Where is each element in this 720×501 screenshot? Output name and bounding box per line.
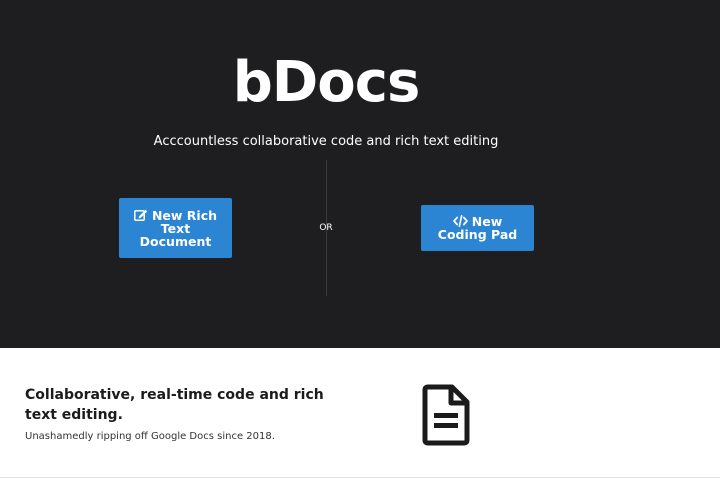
code-button-line2: Coding Pad xyxy=(437,227,518,242)
features-subtext: Unashamedly ripping off Google Docs sinc… xyxy=(25,431,275,442)
new-rich-text-document-button[interactable]: New Rich Text Document xyxy=(119,198,232,258)
rich-button-line3: Document xyxy=(139,233,212,249)
app-title: bDocs xyxy=(232,50,421,115)
or-label: OR xyxy=(319,223,333,233)
new-coding-pad-button[interactable]: New Coding Pad xyxy=(421,205,534,251)
tagline: Acccountless collaborative code and rich… xyxy=(153,134,499,149)
features-section: Collaborative, real-time code and rich t… xyxy=(0,348,720,478)
document-icon xyxy=(422,384,470,446)
hero-section: bDocs Acccountless collaborative code an… xyxy=(0,0,720,348)
edit-icon xyxy=(134,209,148,221)
code-icon xyxy=(452,215,468,227)
features-heading: Collaborative, real-time code and rich t… xyxy=(25,387,324,423)
rich-button-line2: Text xyxy=(160,220,191,236)
section-divider xyxy=(0,477,720,478)
